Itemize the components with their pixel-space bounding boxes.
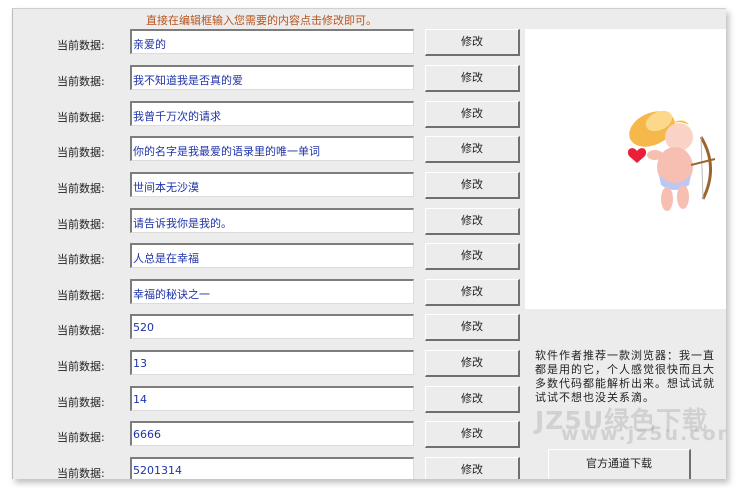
watermark: JZ5U绿色下载 www.jz5u.com <box>535 401 726 445</box>
data-input-field[interactable]: 5201314 <box>130 457 414 479</box>
modify-button[interactable]: 修改 <box>425 421 520 448</box>
data-row: 当前数据: 13 修改 <box>13 350 533 380</box>
data-input-field[interactable]: 人总是在幸福 <box>130 243 414 268</box>
data-input-field[interactable]: 13 <box>130 350 414 375</box>
modify-button[interactable]: 修改 <box>425 279 520 306</box>
modify-button[interactable]: 修改 <box>425 243 520 270</box>
current-data-label: 当前数据: <box>57 467 105 479</box>
modify-button[interactable]: 修改 <box>425 65 520 92</box>
current-data-label: 当前数据: <box>57 218 105 231</box>
app-window: 直接在编辑框输入您需要的内容点击修改即可。 当前数据: 亲爱的 修改 当前数据: 我不知… <box>12 8 726 479</box>
modify-button[interactable]: 修改 <box>425 386 520 413</box>
modify-button[interactable]: 修改 <box>425 172 520 199</box>
data-row: 当前数据: 6666 修改 <box>13 421 533 451</box>
data-row: 当前数据: 14 修改 <box>13 386 533 416</box>
data-row: 当前数据: 520 修改 <box>13 314 533 344</box>
data-row: 当前数据: 我曾千万次的请求 修改 <box>13 101 533 131</box>
data-input-field[interactable]: 你的名字是我最爱的语录里的唯一单词 <box>130 136 414 161</box>
data-input-field[interactable]: 幸福的秘诀之一 <box>130 279 414 304</box>
data-input-field[interactable]: 亲爱的 <box>130 29 414 54</box>
modify-button[interactable]: 修改 <box>425 101 520 128</box>
data-input-field[interactable]: 我曾千万次的请求 <box>130 101 414 126</box>
modify-button[interactable]: 修改 <box>425 208 520 235</box>
data-input-field[interactable]: 我不知道我是否真的爱 <box>130 65 414 90</box>
current-data-label: 当前数据: <box>57 396 105 409</box>
modify-button[interactable]: 修改 <box>425 350 520 377</box>
data-row: 当前数据: 请告诉我你是我的。 修改 <box>13 208 533 238</box>
data-row: 当前数据: 世间本无沙漠 修改 <box>13 172 533 202</box>
modify-button[interactable]: 修改 <box>425 29 520 56</box>
current-data-label: 当前数据: <box>57 146 105 159</box>
current-data-label: 当前数据: <box>57 75 105 88</box>
current-data-label: 当前数据: <box>57 253 105 266</box>
current-data-label: 当前数据: <box>57 360 105 373</box>
data-row: 当前数据: 5201314 修改 <box>13 457 533 479</box>
current-data-label: 当前数据: <box>57 182 105 195</box>
data-row: 当前数据: 你的名字是我最爱的语录里的唯一单词 修改 <box>13 136 533 166</box>
watermark-url: www.jz5u.com <box>561 423 726 445</box>
modify-button[interactable]: 修改 <box>425 136 520 163</box>
current-data-label: 当前数据: <box>57 324 105 337</box>
current-data-label: 当前数据: <box>57 111 105 124</box>
official-download-button[interactable]: 官方通道下载 <box>548 449 691 479</box>
data-row: 当前数据: 我不知道我是否真的爱 修改 <box>13 65 533 95</box>
modify-button[interactable]: 修改 <box>425 314 520 341</box>
recommendation-note: 软件作者推荐一款浏览器：我一直都是用的它，个人感觉很快而且大多数代码都能解析出来… <box>535 349 715 404</box>
data-row: 当前数据: 人总是在幸福 修改 <box>13 243 533 273</box>
data-row: 当前数据: 幸福的秘诀之一 修改 <box>13 279 533 309</box>
instruction-text: 直接在编辑框输入您需要的内容点击修改即可。 <box>146 14 377 27</box>
data-input-field[interactable]: 请告诉我你是我的。 <box>130 208 414 233</box>
data-input-field[interactable]: 6666 <box>130 421 414 446</box>
current-data-label: 当前数据: <box>57 431 105 444</box>
data-input-field[interactable]: 世间本无沙漠 <box>130 172 414 197</box>
data-input-field[interactable]: 520 <box>130 314 414 339</box>
data-row: 当前数据: 亲爱的 修改 <box>13 29 533 59</box>
image-panel <box>525 29 726 309</box>
current-data-label: 当前数据: <box>57 289 105 302</box>
data-input-field[interactable]: 14 <box>130 386 414 411</box>
modify-button[interactable]: 修改 <box>425 457 520 479</box>
cupid-icon <box>627 110 716 211</box>
current-data-label: 当前数据: <box>57 39 105 52</box>
